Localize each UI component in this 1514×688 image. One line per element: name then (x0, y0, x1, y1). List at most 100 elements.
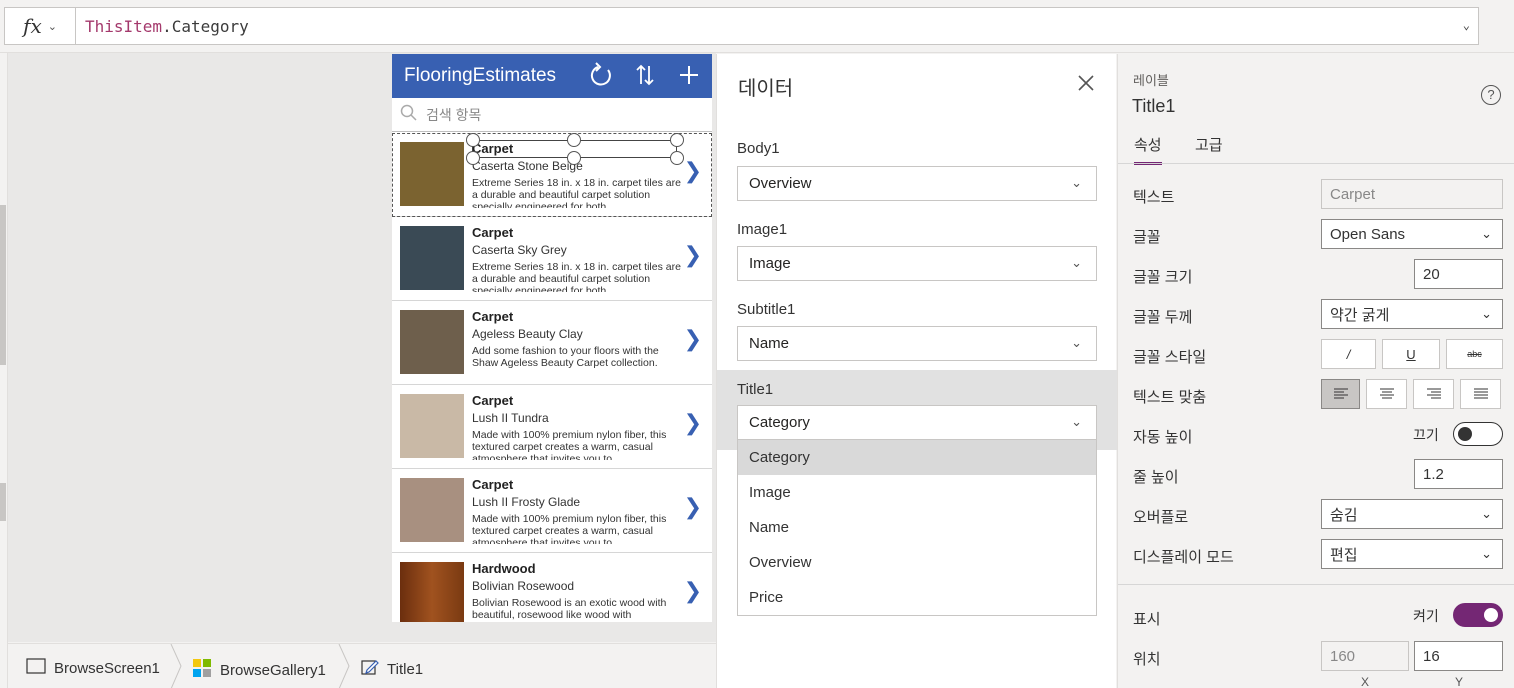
text-input[interactable]: Carpet (1321, 179, 1503, 209)
search-box[interactable]: 검색 항목 (392, 98, 712, 132)
display-mode-value: 편집 (1330, 546, 1358, 564)
chevron-down-icon: ⌄ (1071, 175, 1082, 190)
chevron-right-icon[interactable]: ❯ (684, 327, 702, 352)
prop-label-font-style: 글꼴 스타일 (1133, 349, 1207, 366)
item-body: Bolivian Rosewood is an exotic wood with… (472, 597, 667, 621)
item-body: Extreme Series 18 in. x 18 in. carpet ti… (472, 261, 681, 292)
gallery-item[interactable]: Carpet Caserta Stone Beige Extreme Serie… (392, 133, 712, 217)
help-icon[interactable]: ? (1481, 85, 1501, 105)
sort-icon[interactable] (636, 62, 654, 94)
italic-button[interactable]: / (1321, 339, 1376, 369)
item-image (400, 142, 464, 206)
chevron-right-icon[interactable]: ❯ (684, 243, 702, 268)
chevron-down-icon: ⌄ (1071, 335, 1082, 350)
font-weight-select[interactable]: 약간 굵게 ⌄ (1321, 299, 1503, 329)
align-right-icon[interactable] (1413, 379, 1454, 409)
chevron-down-icon: ⌄ (1481, 226, 1492, 241)
item-subtitle: Lush II Frosty Glade (472, 495, 581, 509)
chevron-right-icon[interactable]: ❯ (684, 495, 702, 520)
underline-button[interactable]: U (1382, 339, 1440, 369)
breadcrumb-screen-label: BrowseScreen1 (54, 659, 160, 677)
prop-label-text: 텍스트 (1133, 189, 1175, 206)
chevron-down-icon: ⌄ (47, 20, 57, 33)
expand-formula-icon[interactable]: ⌄ (1463, 18, 1470, 32)
field-label-title1: Title1 (737, 381, 774, 398)
formula-input[interactable]: ThisItem .Category ⌄ (76, 7, 1479, 45)
dropdown-option-name[interactable]: Name (738, 510, 1096, 545)
resize-handle[interactable] (567, 133, 581, 147)
close-icon[interactable] (1077, 72, 1095, 98)
align-center-icon[interactable] (1366, 379, 1407, 409)
resize-handle[interactable] (567, 151, 581, 165)
field-select-body1[interactable]: Overview ⌄ (737, 166, 1097, 201)
item-image (400, 478, 464, 542)
tab-properties[interactable]: 속성 (1134, 134, 1162, 165)
prop-label-line-height: 줄 높이 (1133, 469, 1179, 486)
item-body: Extreme Series 18 in. x 18 in. carpet ti… (472, 177, 681, 208)
resize-handle[interactable] (466, 133, 480, 147)
gallery-item[interactable]: Carpet Caserta Sky Grey Extreme Series 1… (392, 217, 712, 301)
breadcrumb-control[interactable]: Title1 (361, 658, 423, 680)
item-image (400, 562, 464, 622)
position-y-input[interactable]: 16 (1414, 641, 1503, 671)
font-select[interactable]: Open Sans ⌄ (1321, 219, 1503, 249)
scrollbar-thumb-secondary[interactable] (0, 483, 6, 521)
fx-icon: fx (23, 14, 42, 38)
app-preview: FlooringEstimates 검색 항목 Carpet Caserta S… (392, 54, 712, 622)
field-select-image1[interactable]: Image ⌄ (737, 246, 1097, 281)
item-subtitle: Caserta Sky Grey (472, 243, 567, 257)
gallery-item[interactable]: Carpet Ageless Beauty Clay Add some fash… (392, 301, 712, 385)
gallery-item[interactable]: Carpet Lush II Frosty Glade Made with 10… (392, 469, 712, 553)
auto-height-toggle[interactable] (1453, 422, 1503, 446)
item-title: Hardwood (472, 561, 536, 576)
resize-handle[interactable] (670, 151, 684, 165)
chevron-right-icon[interactable]: ❯ (684, 159, 702, 184)
line-height-input[interactable]: 1.2 (1414, 459, 1503, 489)
tab-advanced[interactable]: 고급 (1195, 134, 1223, 162)
tabs-divider (1118, 163, 1514, 164)
gallery-icon (192, 658, 212, 682)
overflow-select[interactable]: 숨김 ⌄ (1321, 499, 1503, 529)
resize-handle[interactable] (466, 151, 480, 165)
chevron-right-icon[interactable]: ❯ (684, 411, 702, 436)
properties-panel: 레이블 Title1 ? 속성 고급 텍스트 Carpet 글꼴 Open Sa… (1117, 54, 1514, 688)
scrollbar-thumb[interactable] (0, 205, 6, 365)
display-mode-select[interactable]: 편집 ⌄ (1321, 539, 1503, 569)
font-size-input[interactable]: 20 (1414, 259, 1503, 289)
data-panel: 데이터 Body1 Overview ⌄ Image1 Image ⌄ Subt… (716, 54, 1117, 688)
field-select-value: Name (749, 335, 790, 352)
item-subtitle: Ageless Beauty Clay (472, 327, 583, 341)
prop-label-auto-height: 자동 높이 (1133, 429, 1193, 446)
field-select-subtitle1[interactable]: Name ⌄ (737, 326, 1097, 361)
gallery-item[interactable]: Carpet Lush II Tundra Made with 100% pre… (392, 385, 712, 469)
refresh-icon[interactable] (590, 62, 614, 94)
edit-label-icon (361, 658, 379, 680)
control-name: Title1 (1132, 96, 1176, 116)
breadcrumb-gallery[interactable]: BrowseGallery1 (192, 658, 326, 682)
prop-label-overflow: 오버플로 (1133, 509, 1189, 526)
font-style-buttons: / U abc (1321, 339, 1503, 369)
font-select-value: Open Sans (1330, 225, 1406, 243)
search-placeholder: 검색 항목 (426, 106, 482, 123)
dropdown-option-price[interactable]: Price (738, 580, 1096, 615)
chevron-right-icon[interactable]: ❯ (684, 579, 702, 604)
breadcrumb-screen[interactable]: BrowseScreen1 (26, 658, 160, 678)
field-select-title1[interactable]: Category ⌄ (737, 405, 1097, 440)
item-body: Add some fashion to your floors with the… (472, 345, 659, 369)
resize-handle[interactable] (670, 133, 684, 147)
item-subtitle: Caserta Stone Beige (472, 159, 583, 173)
add-icon[interactable] (679, 62, 699, 94)
visible-toggle[interactable] (1453, 603, 1503, 627)
gallery-item[interactable]: Hardwood Bolivian Rosewood Bolivian Rose… (392, 553, 712, 622)
dropdown-option-overview[interactable]: Overview (738, 545, 1096, 580)
field-label-image1: Image1 (737, 221, 788, 238)
prop-label-visible: 표시 (1133, 611, 1161, 628)
position-x-input[interactable]: 160 (1321, 641, 1409, 671)
align-left-icon[interactable] (1321, 379, 1360, 409)
field-select-value: Overview (749, 175, 812, 192)
dropdown-option-category[interactable]: Category (738, 440, 1096, 475)
strikethrough-button[interactable]: abc (1446, 339, 1503, 369)
property-selector-button[interactable]: fx ⌄ (4, 7, 76, 45)
align-justify-icon[interactable] (1460, 379, 1501, 409)
dropdown-option-image[interactable]: Image (738, 475, 1096, 510)
